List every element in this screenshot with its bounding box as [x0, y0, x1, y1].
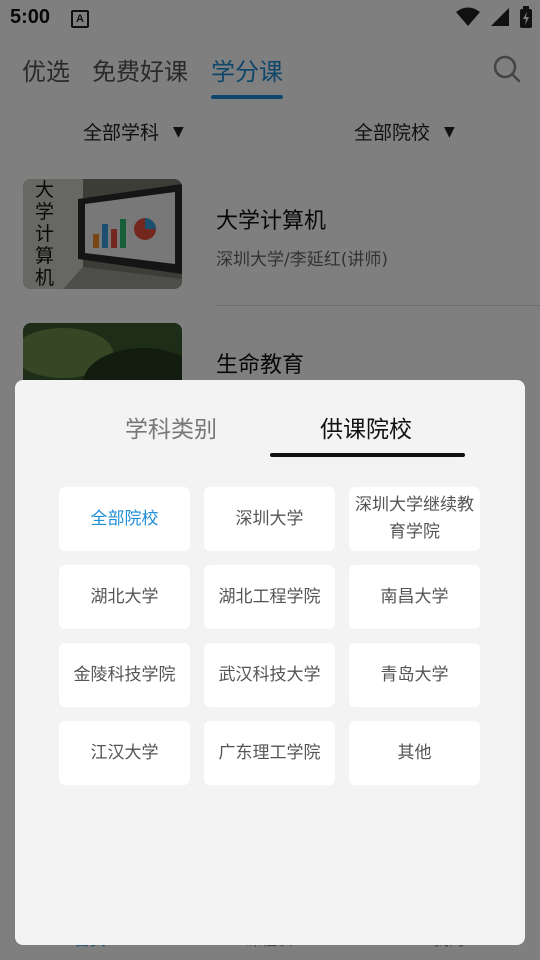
sheet-tab-subject-category[interactable]: 学科类别 [125, 410, 217, 444]
sheet-tab-indicator [270, 453, 465, 457]
school-option[interactable]: 金陵科技学院 [59, 643, 190, 707]
school-filter-sheet: 学科类别 供课院校 全部院校 深圳大学 深圳大学继续教育学院 湖北大学 湖北工程… [15, 380, 525, 945]
school-option[interactable]: 江汉大学 [59, 721, 190, 785]
school-options-grid: 全部院校 深圳大学 深圳大学继续教育学院 湖北大学 湖北工程学院 南昌大学 金陵… [59, 487, 481, 785]
school-option[interactable]: 湖北大学 [59, 565, 190, 629]
school-option[interactable]: 全部院校 [59, 487, 190, 551]
school-option[interactable]: 武汉科技大学 [204, 643, 335, 707]
sheet-tab-school[interactable]: 供课院校 [320, 410, 412, 444]
school-option[interactable]: 广东理工学院 [204, 721, 335, 785]
school-option[interactable]: 南昌大学 [349, 565, 480, 629]
school-option[interactable]: 深圳大学 [204, 487, 335, 551]
school-option[interactable]: 其他 [349, 721, 480, 785]
school-option[interactable]: 深圳大学继续教育学院 [349, 487, 480, 551]
school-option[interactable]: 青岛大学 [349, 643, 480, 707]
school-option[interactable]: 湖北工程学院 [204, 565, 335, 629]
